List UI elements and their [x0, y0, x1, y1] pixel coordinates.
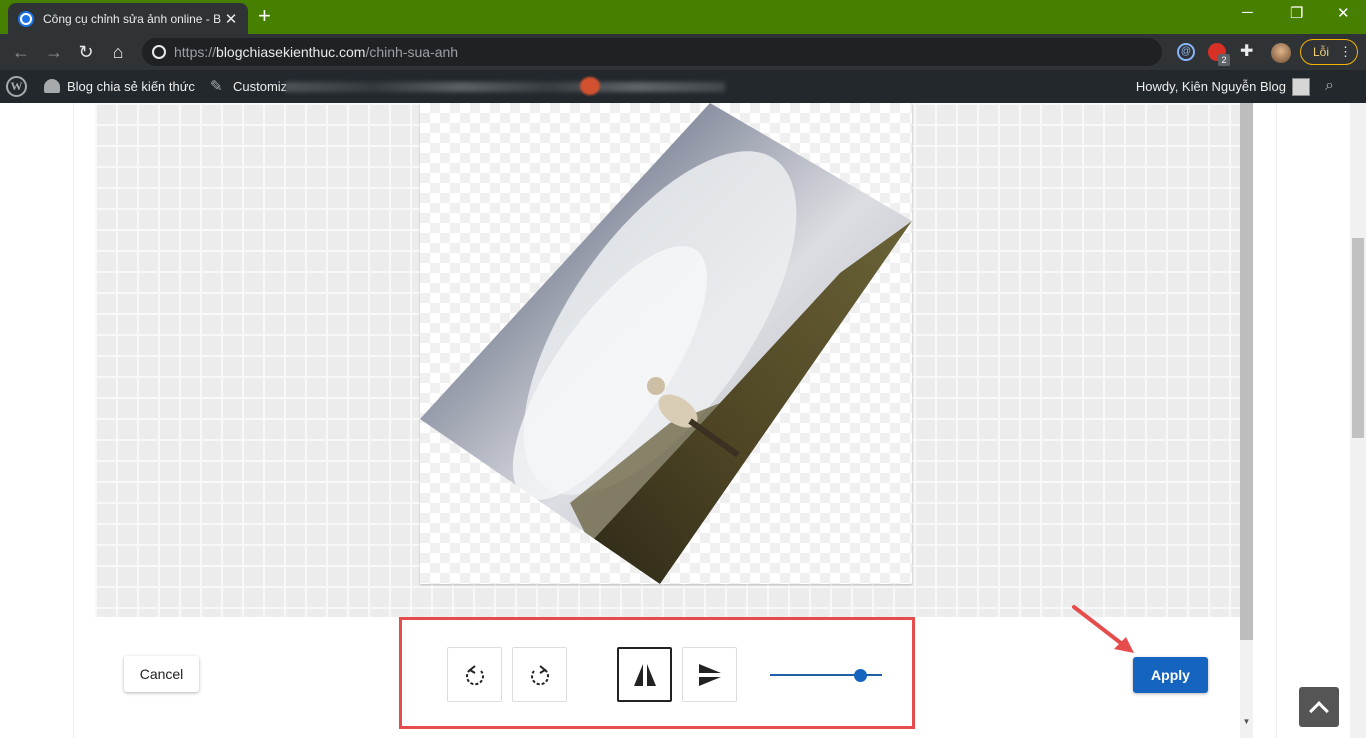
close-window-icon[interactable]: ✕ — [1337, 4, 1350, 22]
back-icon[interactable]: ← — [10, 41, 32, 63]
annotation-highlight-box — [399, 617, 915, 729]
dashboard-icon — [44, 79, 60, 93]
cancel-button[interactable]: Cancel — [124, 656, 199, 692]
url-path: /chinh-sua-anh — [365, 44, 459, 60]
reload-icon[interactable]: ↻ — [75, 41, 97, 63]
url-scheme: https:// — [174, 44, 217, 60]
wordpress-logo-icon[interactable]: W — [6, 76, 27, 97]
browser-toolbar: ← → ↻ ⌂ https:// blogchiasekienthuc.com … — [0, 34, 1366, 70]
customize-link[interactable]: Customiz — [233, 79, 287, 94]
blurred-menu-items — [285, 82, 725, 92]
close-tab-icon[interactable]: ✕ — [224, 10, 238, 28]
new-tab-icon[interactable]: + — [258, 5, 271, 27]
extension-badge: 2 — [1218, 54, 1230, 66]
globe-icon — [152, 45, 166, 59]
image-preview — [420, 103, 912, 584]
rotated-photo — [420, 103, 912, 584]
error-label: Lỗi — [1313, 45, 1330, 59]
annotation-arrow-icon — [1072, 605, 1134, 653]
scroll-to-top-button[interactable] — [1299, 687, 1339, 727]
tab-title: Công cụ chỉnh sửa ảnh online - B — [43, 11, 222, 26]
apply-button[interactable]: Apply — [1133, 657, 1208, 693]
address-bar[interactable]: https:// blogchiasekienthuc.com /chinh-s… — [142, 38, 1162, 66]
scroll-down-arrow-icon[interactable]: ▼ — [1240, 715, 1253, 729]
editor-scrollbar-thumb[interactable] — [1240, 103, 1253, 640]
browser-tab[interactable]: Công cụ chỉnh sửa ảnh online - B ✕ — [8, 3, 248, 34]
site-favicon-icon — [18, 10, 34, 27]
user-avatar[interactable] — [1292, 78, 1310, 96]
search-icon[interactable]: ⌕ — [1325, 77, 1334, 95]
error-button[interactable]: Lỗi ⋮ — [1300, 39, 1358, 65]
home-icon[interactable]: ⌂ — [107, 41, 129, 63]
extension-at-icon[interactable]: @ — [1177, 43, 1195, 61]
more-menu-icon[interactable]: ⋮ — [1339, 44, 1352, 60]
blurred-badge — [580, 77, 600, 95]
extensions-puzzle-icon[interactable]: ✚ — [1240, 41, 1253, 61]
restore-icon[interactable]: ❐ — [1290, 4, 1303, 22]
profile-avatar[interactable] — [1271, 43, 1291, 63]
url-host: blogchiasekienthuc.com — [216, 44, 366, 60]
page-scrollbar-thumb[interactable] — [1352, 238, 1364, 438]
howdy-user-link[interactable]: Howdy, Kiên Nguyễn Blog — [1136, 79, 1286, 94]
browser-titlebar: Công cụ chỉnh sửa ảnh online - B ✕ + ─ ❐… — [0, 0, 1366, 34]
forward-icon[interactable]: → — [43, 41, 65, 63]
page-content: ▼ Cancel Apply — [0, 103, 1366, 738]
brush-icon: ✎ — [210, 78, 223, 95]
minimize-icon[interactable]: ─ — [1242, 4, 1253, 21]
wp-admin-bar: W Blog chia sẻ kiến thức ✎ Customiz Howd… — [0, 70, 1366, 103]
site-name-link[interactable]: Blog chia sẻ kiến thức — [67, 79, 195, 94]
